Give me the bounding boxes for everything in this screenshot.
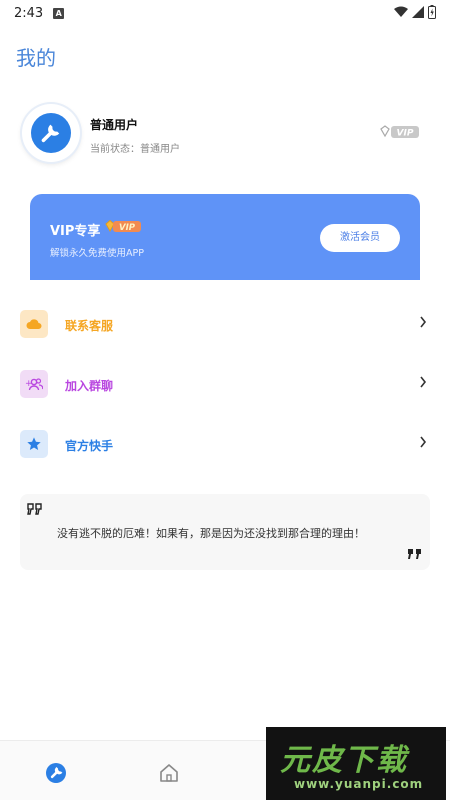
vip-gold-badge-text: VIP [119,223,136,233]
vip-badge-icon: VIP [380,124,420,143]
status-icons [394,5,436,19]
menu-item-join-group[interactable]: + 加入群聊 [20,370,430,400]
watermark-brand: 元皮下载 [280,743,408,778]
vip-gold-badge-icon: VIP [104,219,142,238]
watermark: 元皮下载 www.yuanpi.com [266,727,446,800]
vip-card-title: VIP专享 [50,224,101,239]
wrench-icon [46,763,66,783]
quote-open-icon [27,503,42,515]
star-icon [20,430,48,458]
chevron-right-icon [420,316,427,328]
status-time: 2:43 [14,5,44,21]
activate-membership-button[interactable]: 激活会员 [320,224,400,252]
vip-card: VIP专享 VIP 解锁永久免费使用APP 激活会员 [30,194,420,280]
menu-item-contact-service[interactable]: 联系客服 [20,310,430,340]
wrench-icon [31,113,71,153]
signal-icon [412,6,424,18]
a-icon: A [53,7,65,19]
quote-card: 没有逃不脱的厄难！如果有，那是因为还没找到那合理的理由！ [20,494,430,570]
group-icon: + [20,370,48,398]
cloud-icon [20,310,48,338]
watermark-url: www.yuanpi.com [294,777,424,791]
menu-label-join-group: 加入群聊 [65,379,114,393]
profile-section[interactable]: 普通用户 当前状态：普通用户 VIP [22,104,422,164]
chevron-right-icon [420,376,427,388]
nav-tab-home[interactable] [157,761,181,785]
user-status: 当前状态：普通用户 [90,144,180,155]
user-name: 普通用户 [90,118,139,132]
chevron-right-icon [420,436,427,448]
home-icon [160,764,178,782]
vip-badge-text: VIP [397,129,414,139]
nav-tab-mine[interactable] [44,761,68,785]
menu-item-official-kuaishou[interactable]: 官方快手 [20,430,430,460]
status-bar: 2:43 A [0,0,450,26]
menu-label-contact-service: 联系客服 [65,319,114,333]
battery-icon [428,5,436,19]
menu-label-official-kuaishou: 官方快手 [65,439,114,453]
wifi-icon [394,6,408,17]
page-title: 我的 [16,46,56,70]
quote-close-icon [408,549,421,559]
avatar[interactable] [22,104,80,162]
quote-text: 没有逃不脱的厄难！如果有，那是因为还没找到那合理的理由！ [57,527,365,540]
vip-card-subtitle: 解锁永久免费使用APP [50,248,144,259]
